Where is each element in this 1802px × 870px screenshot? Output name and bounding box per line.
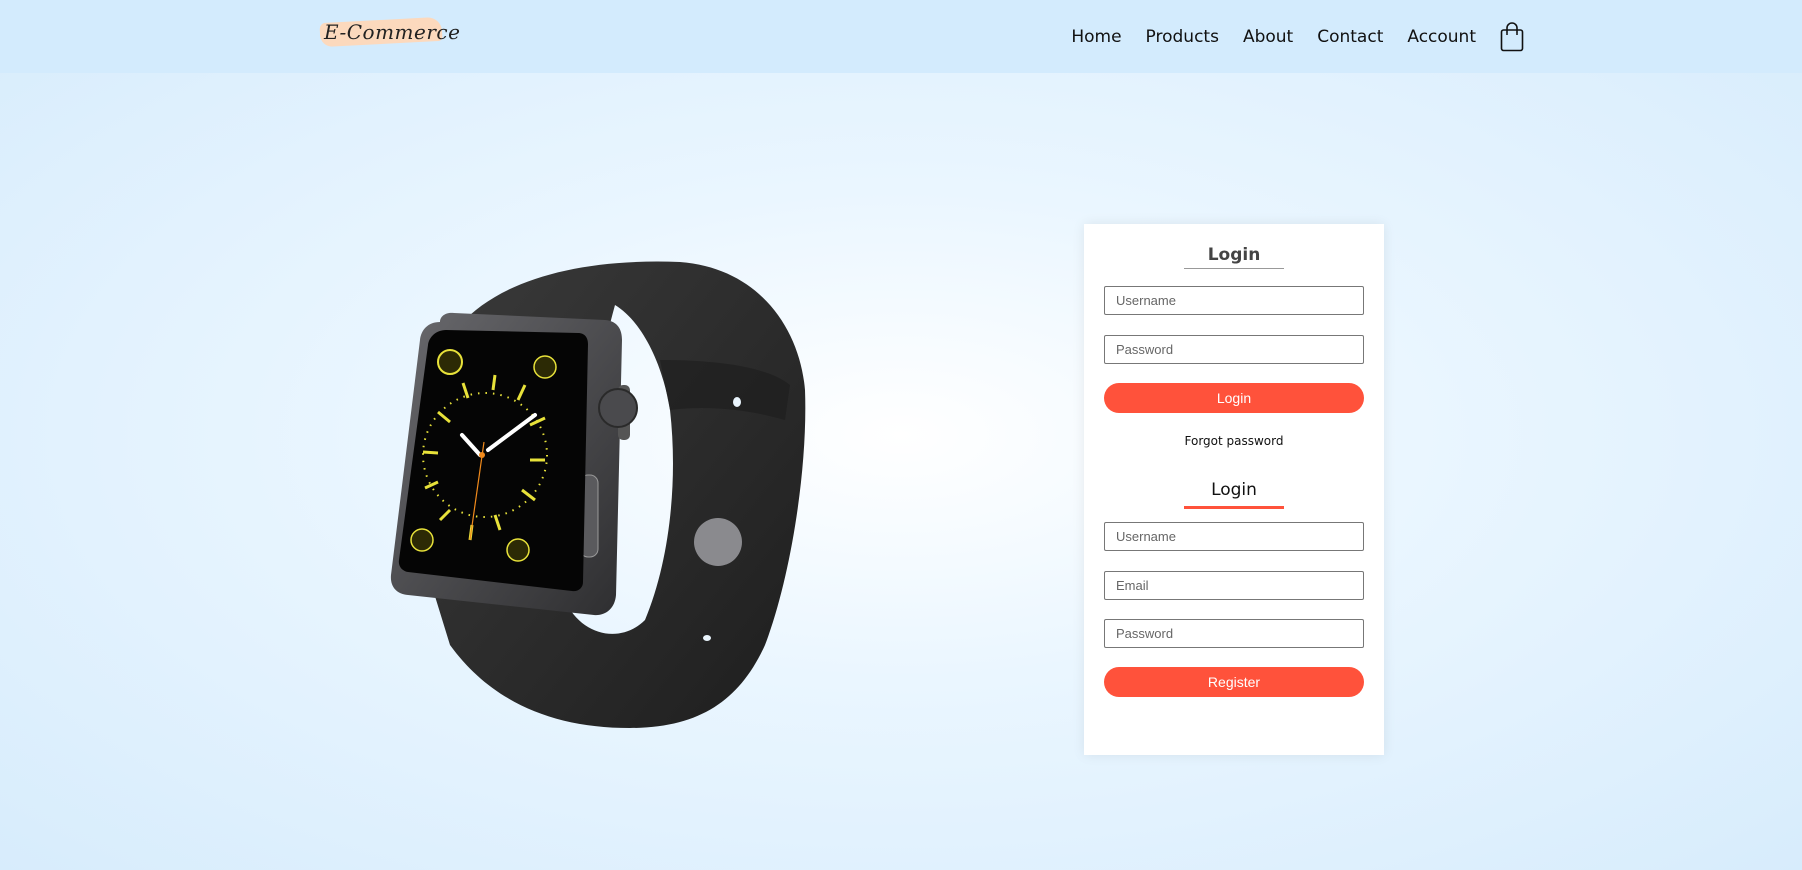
digital-crown <box>598 388 638 428</box>
header: E-Commerce Home Products About Contact A… <box>0 0 1802 73</box>
nav-products[interactable]: Products <box>1146 27 1219 47</box>
login-register-card: Login Login Forgot password Login Regist… <box>1084 224 1384 755</box>
register-email-input[interactable] <box>1104 571 1364 600</box>
nav: Home Products About Contact Account <box>1071 22 1524 52</box>
login-button[interactable]: Login <box>1104 383 1364 413</box>
nav-account[interactable]: Account <box>1407 27 1476 47</box>
register-title-underline <box>1184 506 1284 509</box>
register-tab-title[interactable]: Login <box>1084 480 1384 500</box>
register-button[interactable]: Register <box>1104 667 1364 697</box>
login-title: Login <box>1207 245 1261 265</box>
band-pin <box>694 518 742 566</box>
login-title-underline <box>1184 268 1284 269</box>
nav-home[interactable]: Home <box>1071 27 1121 47</box>
nav-contact[interactable]: Contact <box>1317 27 1383 47</box>
logo[interactable]: E-Commerce <box>319 16 464 48</box>
register-username-input[interactable] <box>1104 522 1364 551</box>
smartwatch-image <box>390 261 806 728</box>
register-password-input[interactable] <box>1104 619 1364 648</box>
login-password-input[interactable] <box>1104 335 1364 364</box>
login-username-input[interactable] <box>1104 286 1364 315</box>
shopping-bag-icon[interactable] <box>1500 22 1524 52</box>
forgot-password-link[interactable]: Forgot password <box>1084 434 1384 448</box>
nav-about[interactable]: About <box>1243 27 1293 47</box>
